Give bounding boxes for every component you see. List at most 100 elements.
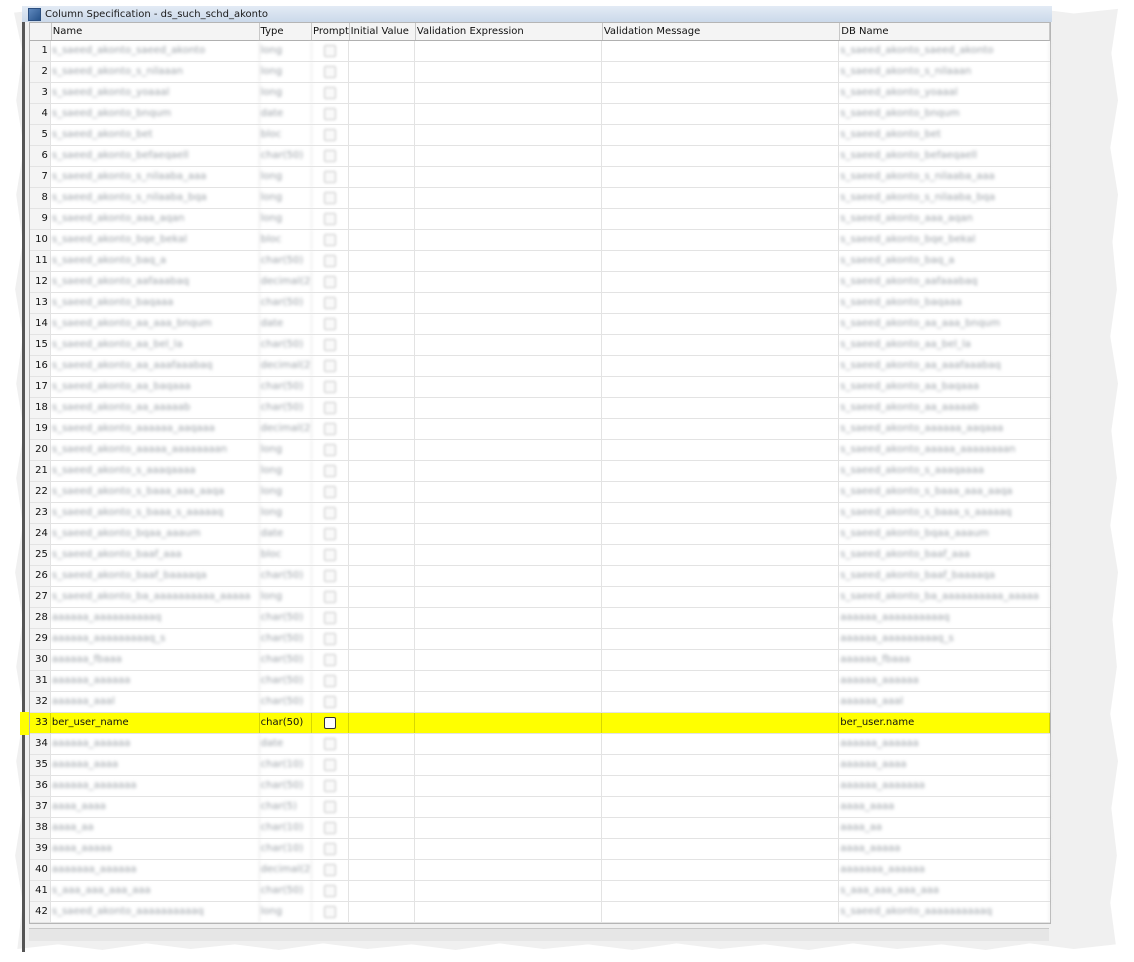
column-type-cell[interactable]: char(50) [260, 335, 313, 355]
table-row[interactable]: 34 aaaaaa_aaaaaa date aaaaaa_aaaaaa [30, 734, 1050, 755]
validation-expression-cell[interactable] [415, 755, 602, 775]
table-row[interactable]: 1 s_saeed_akonto_saeed_akonto long s_saeed_… [30, 41, 1050, 62]
column-name-cell[interactable]: aaaaaa_aaaa [51, 755, 260, 775]
table-row[interactable]: 37 aaaa_aaaa char(5) aaaa_aaaa [30, 797, 1050, 818]
validation-expression-cell[interactable] [415, 251, 602, 271]
column-type-cell[interactable]: long [260, 482, 313, 502]
initial-value-cell[interactable] [349, 272, 415, 292]
column-name-cell[interactable]: s_saeed_akonto_aaaaaaaaaaq [51, 902, 260, 922]
validation-message-cell[interactable] [602, 146, 840, 166]
db-name-cell[interactable]: s_saeed_akonto_aaaaaaaaaaq [839, 902, 1050, 922]
column-type-cell[interactable]: long [260, 503, 313, 523]
validation-expression-cell[interactable] [415, 692, 602, 712]
db-name-cell[interactable]: s_saeed_akonto_bnqum [839, 104, 1050, 124]
db-name-cell[interactable]: s_saeed_akonto_s_nilaaba_aaa [839, 167, 1050, 187]
db-name-cell[interactable]: s_saeed_akonto_yoaaal [839, 83, 1050, 103]
validation-message-cell[interactable] [602, 629, 840, 649]
initial-value-cell[interactable] [349, 776, 415, 796]
validation-message-cell[interactable] [602, 377, 840, 397]
prompt-checkbox[interactable] [324, 654, 337, 666]
table-row[interactable]: 27 s_saeed_akonto_ba_aaaaaaaaaa_aaaaa long… [30, 587, 1050, 608]
prompt-checkbox[interactable] [324, 906, 337, 918]
prompt-checkbox[interactable] [324, 192, 337, 204]
validation-message-cell[interactable] [602, 293, 840, 313]
validation-message-cell[interactable] [602, 230, 840, 250]
validation-message-cell[interactable] [602, 335, 840, 355]
prompt-checkbox[interactable] [324, 234, 337, 246]
table-row[interactable]: 2 s_saeed_akonto_s_nilaaan long s_saeed_ako… [30, 62, 1050, 83]
column-name-cell[interactable]: s_saeed_akonto_bqe_bekal [51, 230, 260, 250]
db-name-cell[interactable]: s_saeed_akonto_bet [839, 125, 1050, 145]
initial-value-cell[interactable] [349, 566, 415, 586]
db-name-cell[interactable]: s_saeed_akonto_aafaaabaq [839, 272, 1050, 292]
table-row[interactable]: 19 s_saeed_akonto_aaaaaa_aaqaaa decimal(2)… [30, 419, 1050, 440]
table-row[interactable]: 8 s_saeed_akonto_s_nilaaba_bqa long s_saeed… [30, 188, 1050, 209]
validation-expression-cell[interactable] [415, 167, 602, 187]
validation-message-cell[interactable] [602, 524, 840, 544]
column-name-cell[interactable]: s_saeed_akonto_s_baaa_aaa_aaqa [51, 482, 260, 502]
prompt-checkbox[interactable] [324, 549, 337, 561]
validation-expression-cell[interactable] [415, 230, 602, 250]
table-row[interactable]: 17 s_saeed_akonto_aa_baqaaa char(50) s_saee… [30, 377, 1050, 398]
db-name-cell[interactable]: aaaaaa_aaaa [839, 755, 1050, 775]
validation-message-cell[interactable] [602, 545, 840, 565]
column-type-cell[interactable]: long [260, 188, 313, 208]
initial-value-cell[interactable] [349, 629, 415, 649]
validation-expression-cell[interactable] [415, 398, 602, 418]
db-name-cell[interactable]: aaaaaa_aaal [839, 692, 1050, 712]
validation-message-cell[interactable] [602, 440, 840, 460]
column-name-cell[interactable]: s_saeed_akonto_s_nilaaan [51, 62, 260, 82]
validation-expression-cell[interactable] [415, 671, 602, 691]
initial-value-cell[interactable] [349, 293, 415, 313]
prompt-checkbox[interactable] [324, 360, 337, 372]
initial-value-cell[interactable] [349, 209, 415, 229]
initial-value-cell[interactable] [349, 398, 415, 418]
validation-message-cell[interactable] [602, 692, 840, 712]
validation-expression-cell[interactable] [415, 272, 602, 292]
db-name-cell[interactable]: s_saeed_akonto_aa_aaafaaabaq [839, 356, 1050, 376]
prompt-checkbox[interactable] [324, 213, 337, 225]
validation-expression-cell[interactable] [415, 335, 602, 355]
db-name-cell[interactable]: s_saeed_akonto_aaa_aqan [839, 209, 1050, 229]
initial-value-cell[interactable] [349, 839, 415, 859]
column-name-cell[interactable]: s_saeed_akonto_befaeqaell [51, 146, 260, 166]
validation-expression-cell[interactable] [415, 125, 602, 145]
db-name-cell[interactable]: s_saeed_akonto_aaaaaa_aaqaaa [839, 419, 1050, 439]
column-type-cell[interactable]: date [260, 314, 313, 334]
header-prompt[interactable]: Prompt [312, 23, 350, 40]
table-row[interactable]: 13 s_saeed_akonto_baqaaa char(50) s_saeed_a… [30, 293, 1050, 314]
prompt-checkbox[interactable] [324, 444, 337, 456]
prompt-checkbox[interactable] [324, 255, 337, 267]
prompt-checkbox[interactable] [324, 423, 337, 435]
validation-expression-cell[interactable] [415, 839, 602, 859]
table-row[interactable]: 6 s_saeed_akonto_befaeqaell char(50) s_saee… [30, 146, 1050, 167]
initial-value-cell[interactable] [349, 146, 415, 166]
initial-value-cell[interactable] [349, 755, 415, 775]
validation-expression-cell[interactable] [415, 902, 602, 922]
table-row[interactable]: 32 aaaaaa_aaal char(50) aaaaaa_aaal [30, 692, 1050, 713]
db-name-cell[interactable]: aaaaaa_aaaaaaaaaq_s [839, 629, 1050, 649]
table-row[interactable]: 31 aaaaaa_aaaaaa char(50) aaaaaa_aaaaaa [30, 671, 1050, 692]
table-row[interactable]: 14 s_saeed_akonto_aa_aaa_bnqum date s_saeed… [30, 314, 1050, 335]
initial-value-cell[interactable] [349, 860, 415, 880]
db-name-cell[interactable]: s_saeed_akonto_aa_aaaaab [839, 398, 1050, 418]
initial-value-cell[interactable] [349, 188, 415, 208]
initial-value-cell[interactable] [349, 881, 415, 901]
validation-message-cell[interactable] [602, 167, 840, 187]
initial-value-cell[interactable] [349, 104, 415, 124]
table-row[interactable]: 9 s_saeed_akonto_aaa_aqan long s_saeed_akon… [30, 209, 1050, 230]
validation-message-cell[interactable] [602, 251, 840, 271]
prompt-checkbox[interactable] [324, 885, 337, 897]
db-name-cell[interactable]: s_saeed_akonto_saeed_akonto [839, 41, 1050, 61]
validation-expression-cell[interactable] [415, 587, 602, 607]
validation-expression-cell[interactable] [415, 461, 602, 481]
db-name-cell[interactable]: ber_user.name [839, 713, 1050, 733]
prompt-checkbox[interactable] [324, 45, 337, 57]
initial-value-cell[interactable] [349, 251, 415, 271]
column-type-cell[interactable]: char(50) [260, 377, 313, 397]
prompt-checkbox[interactable] [324, 381, 337, 393]
column-name-cell[interactable]: aaaaaa_aaaaaaaaaaq [51, 608, 260, 628]
db-name-cell[interactable]: s_saeed_akonto_s_nilaaba_bqa [839, 188, 1050, 208]
column-type-cell[interactable]: char(50) [260, 398, 313, 418]
db-name-cell[interactable]: s_saeed_akonto_bqe_bekal [839, 230, 1050, 250]
